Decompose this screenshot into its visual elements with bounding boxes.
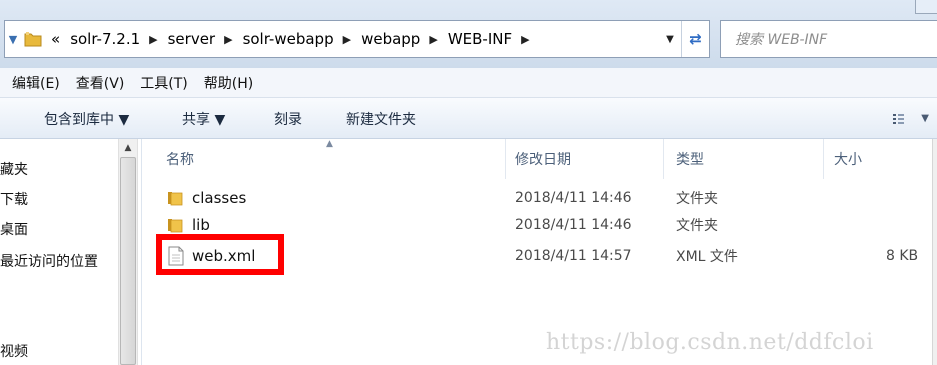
breadcrumb-item[interactable]: webapp <box>361 30 420 48</box>
file-modified: 2018/4/11 14:57 <box>515 248 632 264</box>
column-header-modified[interactable]: 修改日期 <box>515 139 571 179</box>
address-bar-row: ▼ « solr-7.2.1 ▶ server ▶ solr-webapp ▶ … <box>0 0 937 68</box>
file-modified: 2018/4/11 14:46 <box>515 190 632 206</box>
view-options-icon[interactable]: ▼ <box>893 98 929 139</box>
nav-scrollbar[interactable]: ▲ <box>118 139 138 365</box>
column-size-label: 大小 <box>834 152 862 168</box>
nav-item-desktop[interactable]: 桌面 <box>0 219 28 239</box>
file-name: classes <box>192 189 247 207</box>
window-edge <box>915 0 937 14</box>
file-name-cell[interactable]: classes <box>166 185 246 211</box>
menu-help[interactable]: 帮助(H) <box>204 73 253 93</box>
share-button[interactable]: 共享 ▼ <box>182 98 225 139</box>
file-size: 8 KB <box>886 248 919 264</box>
include-in-library-button[interactable]: 包含到库中 ▼ <box>44 98 129 139</box>
sort-ascending-icon: ▲ <box>326 139 333 149</box>
view-dropdown-icon[interactable]: ▼ <box>921 113 929 124</box>
share-label: 共享 ▼ <box>182 111 226 128</box>
new-folder-button[interactable]: 新建文件夹 <box>346 98 416 139</box>
folder-icon <box>24 32 42 47</box>
breadcrumb-overflow[interactable]: « <box>51 30 60 48</box>
file-type: 文件夹 <box>676 218 718 234</box>
nav-item-videos[interactable]: 视频 <box>0 341 28 361</box>
new-folder-label: 新建文件夹 <box>346 111 416 128</box>
column-header-size[interactable]: 大小 <box>834 139 862 179</box>
chevron-down-icon[interactable]: ▼ <box>661 21 679 57</box>
breadcrumb-item[interactable]: solr-webapp <box>243 30 334 48</box>
nav-item-recent-places[interactable]: 最近访问的位置 <box>0 251 98 271</box>
menu-view[interactable]: 查看(V) <box>76 73 125 93</box>
column-divider[interactable] <box>823 139 824 179</box>
burn-label: 刻录 <box>274 111 302 128</box>
nav-item-favorites[interactable]: 藏夹 <box>0 159 28 179</box>
file-type: XML 文件 <box>676 249 738 265</box>
include-in-library-label: 包含到库中 ▼ <box>44 111 130 128</box>
breadcrumb-chevron-icon[interactable]: ▶ <box>429 33 437 46</box>
column-divider[interactable] <box>505 139 506 179</box>
view-list-icon <box>893 113 905 124</box>
annotation-highlight-box <box>156 234 284 275</box>
column-type-label: 类型 <box>676 152 704 168</box>
menu-tools[interactable]: 工具(T) <box>140 73 187 93</box>
breadcrumb-item[interactable]: server <box>168 30 215 48</box>
scroll-up-icon[interactable]: ▲ <box>119 139 137 157</box>
column-header-type[interactable]: 类型 <box>676 139 704 179</box>
search-placeholder: 搜索 WEB-INF <box>735 32 828 48</box>
nav-item-downloads[interactable]: 下载 <box>0 189 28 209</box>
scroll-thumb[interactable] <box>120 157 136 365</box>
breadcrumb-chevron-icon[interactable]: ▶ <box>343 33 351 46</box>
menu-edit[interactable]: 编辑(E) <box>12 73 60 93</box>
address-bar[interactable]: ▼ « solr-7.2.1 ▶ server ▶ solr-webapp ▶ … <box>4 20 710 58</box>
command-bar: 包含到库中 ▼ 共享 ▼ 刻录 新建文件夹 ▼ <box>0 98 937 139</box>
breadcrumb-chevron-icon[interactable]: ▶ <box>149 33 157 46</box>
search-input[interactable]: 搜索 WEB-INF <box>720 20 937 58</box>
burn-button[interactable]: 刻录 <box>274 98 302 139</box>
history-dropdown-icon[interactable]: ▼ <box>5 21 21 57</box>
folder-icon <box>168 192 183 206</box>
column-divider[interactable] <box>663 139 664 179</box>
folder-icon <box>168 219 183 233</box>
column-modified-label: 修改日期 <box>515 152 571 168</box>
breadcrumb-chevron-icon[interactable]: ▶ <box>224 33 232 46</box>
refresh-icon[interactable]: ⇄ <box>681 21 709 57</box>
file-modified: 2018/4/11 14:46 <box>515 217 632 233</box>
watermark: https://blog.csdn.net/ddfcloi <box>546 330 874 355</box>
breadcrumb-chevron-icon[interactable]: ▶ <box>521 33 529 46</box>
column-name-label: 名称 <box>166 152 194 168</box>
menu-bar: 编辑(E) 查看(V) 工具(T) 帮助(H) <box>0 68 937 98</box>
file-name: lib <box>192 216 210 234</box>
breadcrumb-item[interactable]: WEB-INF <box>448 30 512 48</box>
file-list-scrollbar[interactable] <box>932 139 937 365</box>
file-type: 文件夹 <box>676 191 718 207</box>
breadcrumb-item[interactable]: solr-7.2.1 <box>70 30 140 48</box>
file-row[interactable]: classes 2018/4/11 14:46 文件夹 <box>142 185 937 211</box>
breadcrumb: « solr-7.2.1 ▶ server ▶ solr-webapp ▶ we… <box>51 30 540 48</box>
column-header-name[interactable]: 名称 <box>166 139 194 179</box>
